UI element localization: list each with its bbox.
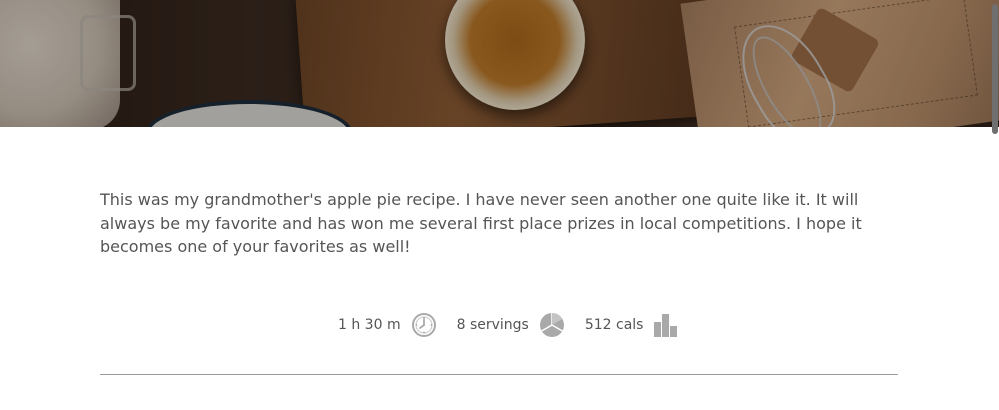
hero-overlay <box>0 0 999 127</box>
stat-calories: 512 cals <box>585 312 680 338</box>
bar-chart-icon <box>653 312 679 338</box>
recipe-page: This was my grandmother's apple pie reci… <box>0 0 999 410</box>
stat-servings: 8 servings <box>457 312 565 338</box>
servings-label: 8 servings <box>456 317 529 333</box>
recipe-stats: 1 h 30 m 8 servings 512 cals <box>338 311 679 339</box>
stat-time: 1 h 30 m <box>338 312 437 338</box>
time-label: 1 h 30 m <box>338 317 401 333</box>
scrollbar[interactable] <box>991 0 999 410</box>
clock-icon <box>411 312 437 338</box>
hero-image <box>0 0 999 127</box>
section-divider <box>100 374 898 375</box>
pie-icon <box>539 312 565 338</box>
calories-label: 512 cals <box>584 317 644 333</box>
scrollbar-thumb[interactable] <box>992 4 998 134</box>
recipe-description: This was my grandmother's apple pie reci… <box>100 190 862 256</box>
